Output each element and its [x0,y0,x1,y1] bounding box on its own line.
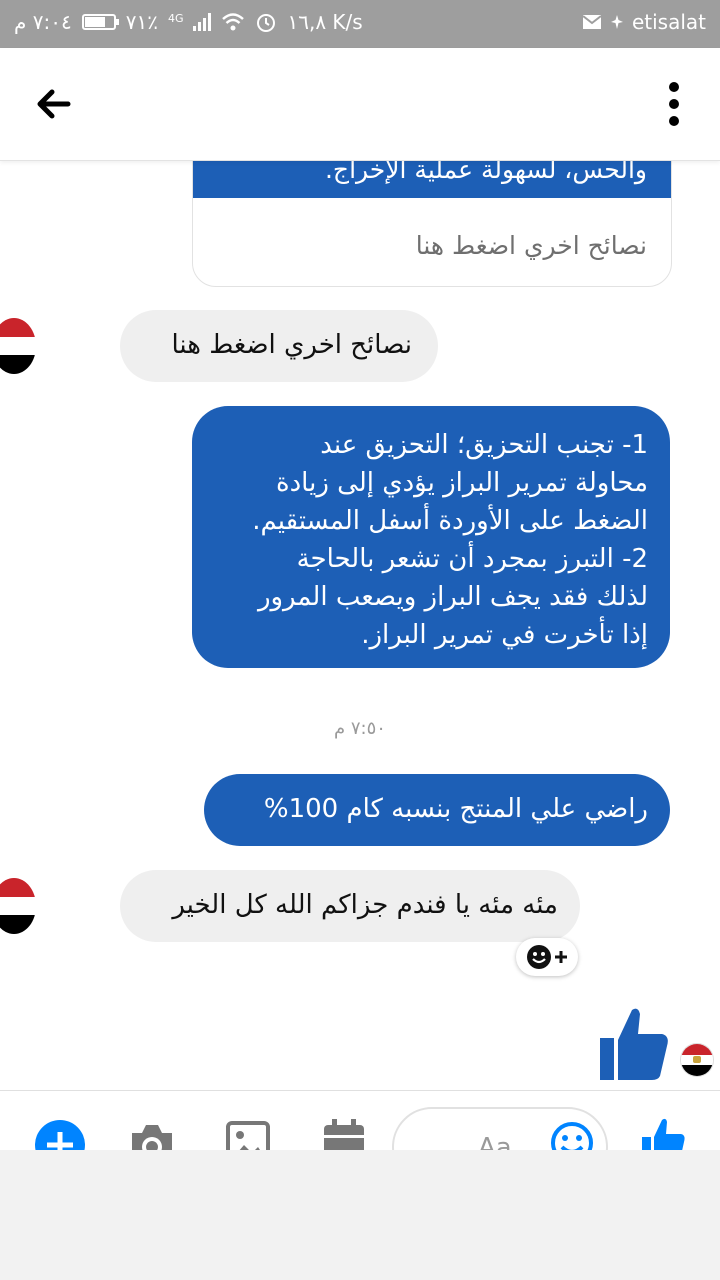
carrier-name: etisalat [631,10,706,34]
card-link-text[interactable]: نصائح اخري اضغط هنا [416,231,647,260]
message-line: لذلك فقد يجف البراز ويصعب المرور [257,582,648,612]
back-button[interactable] [32,84,76,124]
plus-icon [35,1120,85,1151]
calendar-icon [324,1119,364,1151]
message-line: محاولة تمرير البراز يؤدي إلى زيادة [275,468,648,498]
conversation-header [0,48,720,161]
battery-percent: ٧١٪ [125,10,158,34]
mail-icon [582,15,602,29]
alarm-icon [257,14,276,32]
like-button[interactable] [640,1117,686,1151]
more-vertical-icon [669,82,679,92]
composer-bar: Aa [0,1090,720,1151]
image-icon [226,1121,270,1151]
outgoing-message[interactable]: 1- تجنب التحزيق؛ التحزيق عند محاولة تمري… [192,406,670,668]
battery-icon [81,14,119,30]
sent-like-icon [600,1008,668,1080]
camera-button[interactable] [128,1121,176,1151]
plus-icon [555,951,567,963]
system-navigation-area [0,1150,720,1280]
emoji-button[interactable] [550,1121,594,1151]
status-time: ٧:٠٤ م [14,10,72,34]
schedule-button[interactable] [320,1117,368,1151]
outgoing-message[interactable]: راضي علي المنتج بنسبه كام 100% [204,774,670,846]
incoming-message[interactable]: نصائح اخري اضغط هنا [120,310,438,382]
like-icon [642,1118,685,1151]
card-header: والحس، لسهولة عملية الإخراج. [193,160,671,198]
message-list[interactable]: والحس، لسهولة عملية الإخراج. نصائح اخري … [0,160,720,1090]
camera-icon [132,1125,172,1151]
seen-avatar [680,1043,714,1077]
status-bar: ٧:٠٤ م ٧١٪ 4G ١٦,٨ K/s etisalat [0,0,720,48]
more-options-button[interactable] [664,82,684,128]
add-reaction-button[interactable] [516,938,578,976]
plus-button[interactable] [34,1119,86,1151]
avatar[interactable] [0,878,36,934]
link-card[interactable]: والحس، لسهولة عملية الإخراج. نصائح اخري … [192,160,672,287]
network-type: 4G [167,11,184,25]
status-left: ٧:٠٤ م ٧١٪ 4G ١٦,٨ K/s [14,10,363,34]
emoji-icon [551,1122,593,1151]
message-timestamp: ٧:٥٠ م [334,718,386,739]
incoming-message[interactable]: مئه مئه يا فندم جزاكم الله كل الخير [120,870,580,942]
message-line: 2- التبرز بمجرد أن تشعر بالحاجة [296,544,648,574]
message-line: إذا تأخرت في تمرير البراز. [361,620,648,650]
status-right: etisalat [582,10,706,34]
card-header-text: والحس، لسهولة عملية الإخراج. [324,160,647,184]
network-speed: ١٦,٨ K/s [287,10,363,34]
avatar[interactable] [0,318,36,374]
airplane-icon [610,15,623,29]
arrow-left-icon [37,89,71,119]
signal-icon [193,13,212,31]
gallery-button[interactable] [226,1121,270,1151]
message-input-placeholder: Aa [478,1133,512,1151]
message-line: الضغط على الأوردة أسفل المستقيم. [252,506,648,536]
wifi-icon [222,13,245,31]
message-line: 1- تجنب التحزيق؛ التحزيق عند [320,430,648,460]
emoji-icon [527,945,551,969]
